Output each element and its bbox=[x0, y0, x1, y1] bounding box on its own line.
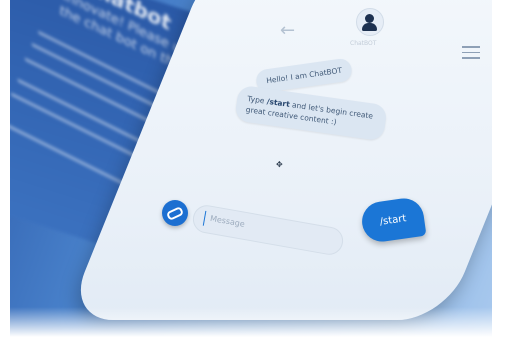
photo-bottom-fade bbox=[10, 307, 492, 337]
poster-text-line bbox=[10, 121, 128, 187]
bot-message-text: Hello! I am ChatBOT bbox=[265, 65, 343, 86]
bot-message-bubble: Type /start and let's begin create great… bbox=[234, 84, 388, 142]
paperclip-icon[interactable] bbox=[162, 200, 188, 226]
avatar-icon bbox=[356, 8, 384, 36]
text-caret bbox=[202, 210, 207, 226]
user-message-text: /start bbox=[379, 212, 407, 228]
command-text: /start bbox=[266, 96, 291, 109]
back-arrow-icon[interactable]: ← bbox=[280, 20, 295, 41]
photo: Chatbot Innovate! Please use the chat bo… bbox=[10, 0, 492, 337]
message-input[interactable]: Message bbox=[190, 203, 346, 257]
mouse-cursor-icon: ✥ bbox=[276, 160, 283, 169]
message-input-placeholder: Message bbox=[209, 213, 246, 229]
user-message-bubble: /start bbox=[359, 195, 427, 245]
bot-message-text: Type bbox=[246, 94, 268, 106]
hamburger-menu-icon[interactable] bbox=[462, 46, 480, 63]
avatar-caption: ChatBOT bbox=[350, 40, 377, 47]
